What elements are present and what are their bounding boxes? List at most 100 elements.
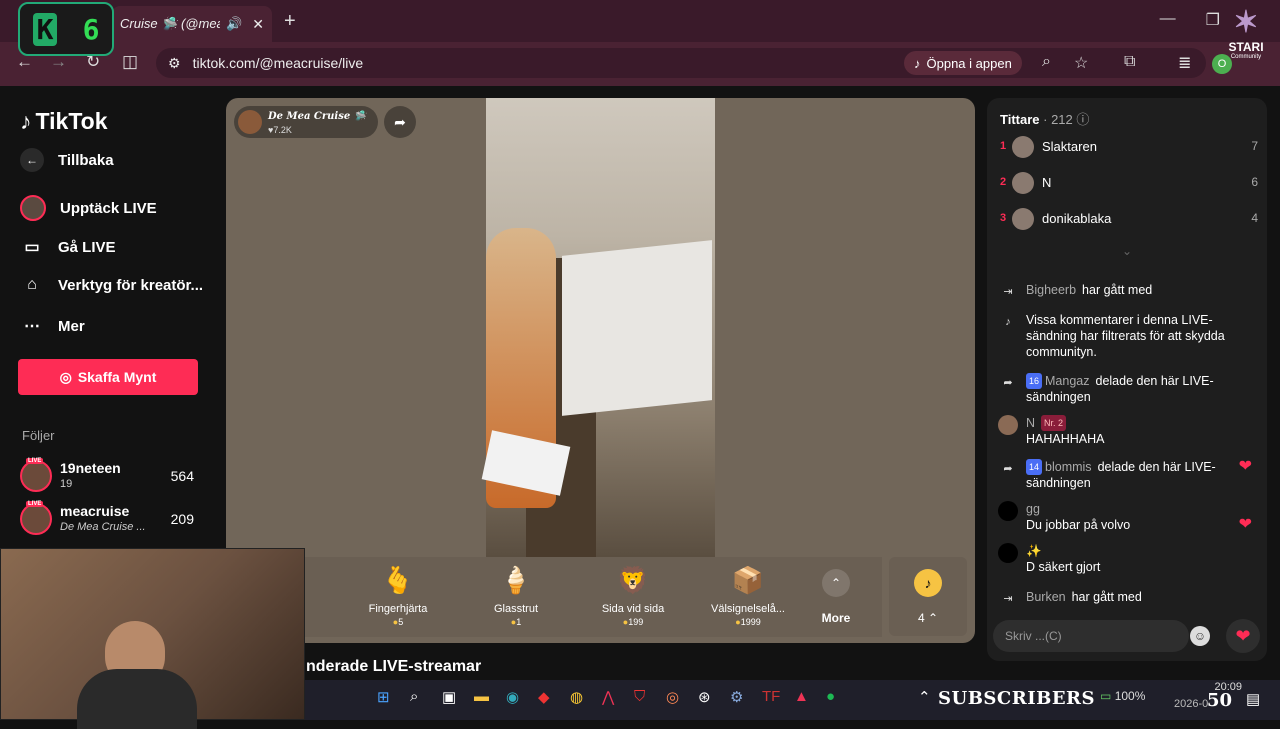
media-controls-icon[interactable]: ≣ (1178, 53, 1191, 73)
extensions-icon[interactable]: ⧉ (1124, 53, 1135, 71)
maximize-icon[interactable]: ❐ (1206, 10, 1220, 30)
open-in-app-button[interactable]: ♪ Öppna i appen (904, 51, 1022, 75)
edge-icon[interactable]: ◉ (506, 688, 519, 706)
gift-name: Sida vid sida (601, 603, 665, 615)
app-icon[interactable]: ◆ (538, 688, 550, 706)
chat-user[interactable]: ✨ (1026, 544, 1042, 558)
subscribers-count: 50 (1207, 690, 1233, 711)
zoom-search-icon[interactable]: ⌕ (1042, 53, 1051, 71)
speaker-icon[interactable]: 🔊 (226, 16, 242, 32)
chat-user[interactable]: blommis (1045, 460, 1092, 474)
task-view-icon[interactable]: ▣ (442, 688, 456, 706)
notification-icon[interactable]: ▤ (1246, 690, 1260, 708)
k-letter: K (32, 12, 58, 46)
back-arrow-icon: ← (20, 148, 44, 172)
help-icon[interactable]: ⓘ (1076, 112, 1089, 127)
tiktok-logo[interactable]: ♪ TikTok (20, 108, 108, 135)
battery-level: 100% (1114, 689, 1146, 703)
chevron-up-icon: ⌃ (927, 611, 939, 625)
sidebar-item-discover-live[interactable]: Upptäck LIVE (20, 195, 157, 221)
top-viewer-row[interactable]: 3 donikablaka 4 (1000, 208, 1258, 232)
gift-name: Glasstrut (493, 603, 538, 615)
chat-user[interactable]: Bigheerb (1026, 283, 1076, 297)
coin-icon: ◎ (59, 368, 72, 385)
shield-icon[interactable]: ⛉ (634, 688, 645, 705)
host-chip[interactable]: De Mea Cruise 🛸 ♥7.2K (234, 106, 378, 138)
windows-start-icon[interactable]: ⊞ (377, 688, 390, 706)
expand-chevron-icon[interactable]: ⌄ (1122, 244, 1132, 258)
site-info-icon[interactable]: ⚙ (168, 55, 181, 72)
more-icon: ⋯ (24, 318, 40, 335)
rank: 1 (1000, 140, 1007, 152)
app-icon[interactable]: ▲ (794, 688, 809, 705)
chat-input[interactable]: Skriv ...(C) (993, 620, 1189, 652)
live-stream-panel: De Mea Cruise 🛸 ♥7.2K ➦ 🫰 Fingerhjärta ●… (226, 98, 975, 643)
camera-icon: ▭ (24, 239, 40, 256)
gift-name: Fingerhjärta (368, 603, 428, 615)
battery-indicator[interactable]: ▭ 100% (1100, 689, 1145, 703)
new-tab-button[interactable]: + (284, 10, 296, 33)
gift-name: Välsignelselå... (711, 603, 785, 615)
chat-user[interactable]: Burken (1026, 590, 1066, 604)
spotify-icon[interactable]: ● (826, 688, 835, 705)
chat-text: Du jobbar på volvo (1026, 518, 1131, 532)
battery-icon: ▭ (1100, 689, 1112, 703)
gift-item[interactable]: 🦁 Sida vid sida ●199 (583, 565, 683, 627)
heart-icon: ❤ (1238, 516, 1252, 533)
chat-message: ♪ Vissa kommentarer i denna LIVE-sändnin… (998, 312, 1260, 360)
sidebar-item-more[interactable]: ⋯ Mer (20, 316, 85, 336)
chevron-up-icon[interactable]: ⌃ (918, 688, 931, 706)
top-viewer-row[interactable]: 1 Slaktaren 7 (1000, 136, 1258, 160)
gift-price: 199 (628, 617, 644, 627)
back-link[interactable]: ← Tillbaka (20, 148, 114, 172)
avatar (998, 543, 1018, 563)
sidebar-item-go-live[interactable]: ▭ Gå LIVE (20, 237, 115, 257)
back-label: Tillbaka (58, 151, 114, 169)
gift-item[interactable]: 🍦 Glasstrut ●1 (466, 565, 566, 627)
video-feed[interactable] (481, 98, 715, 558)
steam-icon[interactable]: ⚙ (730, 688, 743, 706)
subscribers-overlay: SUBSCRIBERS (938, 688, 1096, 709)
search-icon[interactable]: ⌕ (410, 688, 418, 705)
live-avatar-icon (20, 195, 46, 221)
split-view-icon[interactable]: ◫ (122, 52, 138, 72)
gift-bar: 🫰 Fingerhjärta ●5 🍦 Glasstrut ●1 🦁 Sida … (226, 557, 882, 637)
chat-user[interactable]: gg (1026, 502, 1040, 516)
browser-tab[interactable]: Cruise 🛸 (@mea 🔊 ✕ (112, 6, 272, 42)
chrome-icon[interactable]: ◍ (570, 688, 583, 706)
sidebar-item-label: Mer (58, 317, 85, 335)
get-coins-button[interactable]: ◎ Skaffa Mynt (18, 359, 198, 395)
viewer-score: 6 (1251, 175, 1258, 189)
emoji-icon[interactable]: ☺ (1190, 626, 1210, 646)
sidebar-item-label: Verktyg för kreatör... (58, 276, 204, 294)
more-label: More (821, 611, 851, 625)
like-heart-button[interactable]: ❤ (1226, 619, 1260, 653)
share-icon[interactable]: ➦ (384, 106, 416, 138)
app-icon[interactable]: ◎ (666, 688, 679, 706)
app-icon[interactable]: ⊛ (698, 688, 711, 706)
app-icon[interactable]: ⋀ (602, 688, 614, 706)
following-item[interactable]: LIVE 19neteen 19 564 (20, 458, 200, 494)
following-item[interactable]: LIVE meacruise De Mea Cruise ... 209 (20, 501, 200, 537)
gift-item[interactable]: 🫰 Fingerhjärta ●5 (348, 565, 448, 627)
chat-user[interactable]: N (1026, 416, 1035, 430)
chat-message: ➦ 14 blommis delade den här LIVE-sändninge… (998, 459, 1260, 491)
file-explorer-icon[interactable]: ▬ (474, 688, 489, 705)
gift-item[interactable]: 📦 Välsignelselå... ●1999 (698, 565, 798, 627)
top-viewer-row[interactable]: 2 N 6 (1000, 172, 1258, 196)
chat-text: HAHAHHAHA (1026, 432, 1105, 446)
bookmark-star-icon[interactable]: ☆ (1074, 53, 1088, 73)
coin-balance[interactable]: ♪ 4 ⌃ (889, 557, 967, 636)
more-gifts-button[interactable]: ⌃ More (816, 569, 856, 625)
sidebar-item-creator-tools[interactable]: ⌂ Verktyg för kreatör... (20, 276, 203, 294)
close-tab-icon[interactable]: ✕ (252, 16, 264, 33)
host-likes: ♥7.2K (268, 125, 292, 135)
following-sub: 19 (60, 478, 73, 490)
stari-logo: ✶ STARI Community (1220, 6, 1272, 68)
chat-user[interactable]: Mangaz (1045, 374, 1089, 388)
gift-price: 1999 (740, 617, 761, 627)
minimize-icon[interactable]: — (1160, 10, 1176, 30)
tiktok-note-icon: ♪ (20, 108, 32, 134)
app-icon[interactable]: TF (762, 688, 780, 705)
join-icon: ⇥ (1003, 593, 1013, 605)
